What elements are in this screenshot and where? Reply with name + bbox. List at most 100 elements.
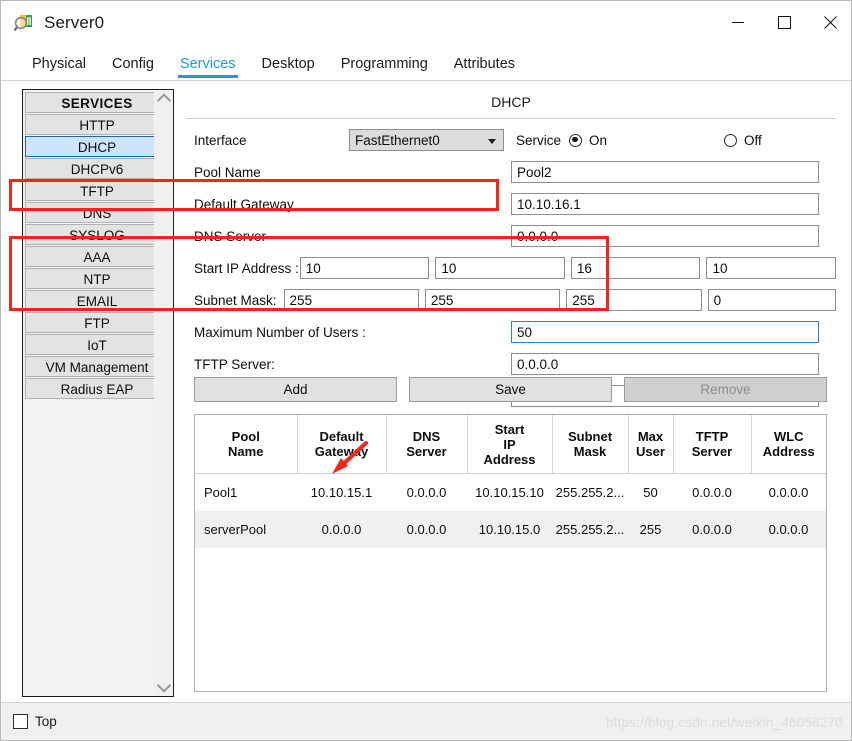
- close-button[interactable]: [807, 1, 852, 44]
- max-users-label: Maximum Number of Users :: [194, 325, 511, 340]
- sidebar-header: SERVICES: [25, 92, 169, 113]
- maximize-button[interactable]: [761, 1, 807, 44]
- tftp-server-row: TFTP Server: 0.0.0.0: [194, 351, 836, 377]
- minimize-icon: [732, 22, 744, 23]
- service-on-label: On: [589, 133, 607, 148]
- sidebar-item-vm-management[interactable]: VM Management: [25, 356, 169, 377]
- cell-max-user: 50: [628, 474, 673, 512]
- service-off-label: Off: [744, 133, 762, 148]
- tab-physical[interactable]: Physical: [19, 56, 99, 80]
- sidebar-item-dhcpv6[interactable]: DHCPv6: [25, 158, 169, 179]
- tftp-server-input[interactable]: 0.0.0.0: [511, 353, 819, 375]
- subnet-mask-octet-4[interactable]: 0: [708, 289, 836, 311]
- sidebar-item-syslog[interactable]: SYSLOG: [25, 224, 169, 245]
- column-header-max-user[interactable]: Max User: [628, 415, 673, 474]
- minimize-button[interactable]: [715, 1, 761, 44]
- start-ip-label: Start IP Address :: [194, 261, 300, 276]
- cell-wlc-address: 0.0.0.0: [751, 474, 826, 512]
- column-header-start-ip-address[interactable]: Start IP Address: [467, 415, 552, 474]
- cell-dns-server: 0.0.0.0: [386, 474, 467, 512]
- sidebar-item-dns[interactable]: DNS: [25, 202, 169, 223]
- table-row[interactable]: serverPool 0.0.0.0 0.0.0.0 10.10.15.0 25…: [195, 511, 826, 548]
- interface-select[interactable]: FastEthernet0: [349, 129, 504, 151]
- max-users-row: Maximum Number of Users : 50: [194, 319, 836, 345]
- save-button[interactable]: Save: [409, 377, 612, 402]
- dns-server-label: DNS Server: [194, 229, 511, 244]
- sidebar-item-iot[interactable]: IoT: [25, 334, 169, 355]
- tab-programming[interactable]: Programming: [328, 56, 441, 80]
- scroll-up-button[interactable]: [154, 90, 173, 108]
- service-off-radio[interactable]: [724, 134, 737, 147]
- add-button[interactable]: Add: [194, 377, 397, 402]
- start-ip-octet-1[interactable]: 10: [300, 257, 430, 279]
- start-ip-octet-3[interactable]: 16: [571, 257, 701, 279]
- sidebar-item-http[interactable]: HTTP: [25, 114, 169, 135]
- cell-pool-name: Pool1: [195, 474, 297, 512]
- column-header-default-gateway[interactable]: Default Gateway: [297, 415, 386, 474]
- dns-server-row: DNS Server 0.0.0.0: [194, 223, 836, 249]
- sidebar-item-ftp[interactable]: FTP: [25, 312, 169, 333]
- pool-name-input[interactable]: Pool2: [511, 161, 819, 183]
- cell-subnet-mask: 255.255.2...: [552, 511, 628, 548]
- cell-pool-name: serverPool: [195, 511, 297, 548]
- title-bar: Server0: [1, 1, 852, 44]
- cell-subnet-mask: 255.255.2...: [552, 474, 628, 512]
- server-magnifier-icon: [13, 12, 35, 34]
- title-divider: [186, 118, 836, 119]
- column-header-dns-server[interactable]: DNS Server: [386, 415, 467, 474]
- service-on-radio[interactable]: [569, 134, 582, 147]
- interface-selected-value: FastEthernet0: [355, 133, 440, 148]
- subnet-mask-row: Subnet Mask: 255 255 255 0: [194, 287, 836, 313]
- tftp-server-label: TFTP Server:: [194, 357, 511, 372]
- sidebar-item-dhcp[interactable]: DHCP: [25, 136, 169, 157]
- cell-start-ip: 10.10.15.10: [467, 474, 552, 512]
- start-ip-octet-2[interactable]: 10: [435, 257, 565, 279]
- table-row[interactable]: Pool1 10.10.15.1 0.0.0.0 10.10.15.10 255…: [195, 474, 826, 512]
- tab-services[interactable]: Services: [167, 56, 249, 80]
- default-gateway-input[interactable]: 10.10.16.1: [511, 193, 819, 215]
- dns-server-input[interactable]: 0.0.0.0: [511, 225, 819, 247]
- column-header-pool-name[interactable]: Pool Name: [195, 415, 297, 474]
- cell-default-gateway: 10.10.15.1: [297, 474, 386, 512]
- cell-tftp-server: 0.0.0.0: [673, 511, 751, 548]
- sidebar-item-radius-eap[interactable]: Radius EAP: [25, 378, 169, 399]
- interface-label: Interface: [194, 133, 349, 148]
- top-checkbox[interactable]: Top: [13, 714, 57, 729]
- column-header-subnet-mask[interactable]: Subnet Mask: [552, 415, 628, 474]
- default-gateway-label: Default Gateway: [194, 197, 511, 212]
- top-checkbox-label: Top: [35, 714, 57, 729]
- sidebar-item-tftp[interactable]: TFTP: [25, 180, 169, 201]
- server0-window: Server0 Physical Config Services Desktop…: [0, 0, 852, 741]
- default-gateway-row: Default Gateway 10.10.16.1: [194, 191, 836, 217]
- tab-attributes[interactable]: Attributes: [441, 56, 528, 80]
- chevron-up-icon: [156, 93, 170, 107]
- services-sidebar: SERVICES HTTP DHCP DHCPv6 TFTP DNS SYSLO…: [22, 89, 172, 697]
- column-header-wlc-address[interactable]: WLC Address: [751, 415, 826, 474]
- sidebar-scrollbar[interactable]: [154, 89, 174, 697]
- sidebar-item-email[interactable]: EMAIL: [25, 290, 169, 311]
- subnet-mask-octet-1[interactable]: 255: [284, 289, 419, 311]
- start-ip-octet-4[interactable]: 10: [706, 257, 836, 279]
- cell-start-ip: 10.10.15.0: [467, 511, 552, 548]
- tab-desktop[interactable]: Desktop: [249, 56, 328, 80]
- chevron-down-icon: [156, 679, 170, 693]
- dhcp-panel: DHCP Interface FastEthernet0 Service On …: [186, 89, 836, 697]
- max-users-input[interactable]: 50: [511, 321, 819, 343]
- service-label: Service: [516, 133, 561, 148]
- interface-row: Interface FastEthernet0 Service On Off: [194, 127, 836, 153]
- tab-bar: Physical Config Services Desktop Program…: [1, 44, 852, 81]
- dhcp-pools-table[interactable]: Pool Name Default Gateway DNS Server: [194, 414, 827, 692]
- panel-title: DHCP: [186, 89, 836, 118]
- sidebar-item-aaa[interactable]: AAA: [25, 246, 169, 267]
- window-controls: [715, 1, 852, 44]
- scroll-down-button[interactable]: [154, 678, 173, 696]
- column-header-tftp-server[interactable]: TFTP Server: [673, 415, 751, 474]
- subnet-mask-octet-2[interactable]: 255: [425, 289, 560, 311]
- remove-button[interactable]: Remove: [624, 377, 827, 402]
- sidebar-item-ntp[interactable]: NTP: [25, 268, 169, 289]
- action-buttons: Add Save Remove: [194, 377, 827, 402]
- footer-bar: Top https://blog.csdn.net/weixin_4605827…: [1, 702, 852, 741]
- subnet-mask-octet-3[interactable]: 255: [566, 289, 701, 311]
- checkbox-icon[interactable]: [13, 714, 28, 729]
- tab-config[interactable]: Config: [99, 56, 167, 80]
